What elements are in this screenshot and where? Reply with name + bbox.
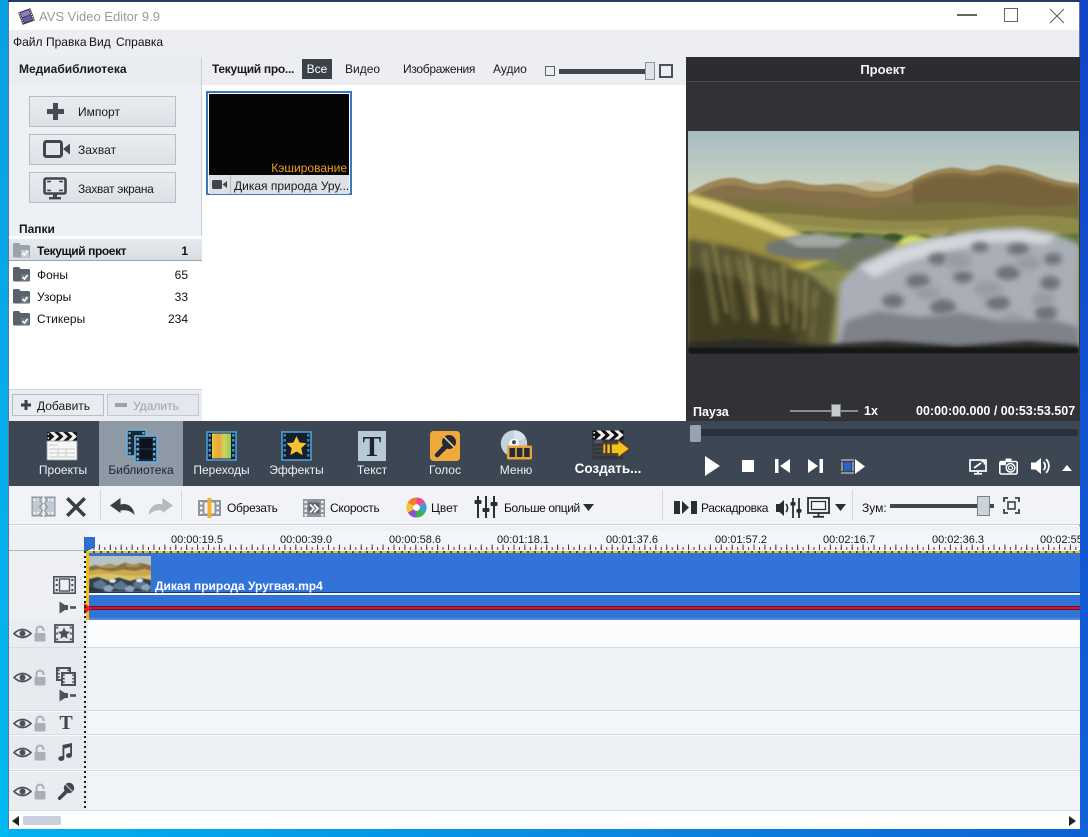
svg-text:00:01:37.6: 00:01:37.6 bbox=[606, 534, 658, 546]
svg-text:00:02:16.7: 00:02:16.7 bbox=[823, 534, 875, 546]
svg-text:00:00:19.5: 00:00:19.5 bbox=[171, 534, 223, 546]
svg-text:00:02:36.3: 00:02:36.3 bbox=[932, 534, 984, 546]
svg-text:00:01:18.1: 00:01:18.1 bbox=[497, 534, 549, 546]
svg-text:00:00:58.6: 00:00:58.6 bbox=[389, 534, 441, 546]
svg-text:00:01:57.2: 00:01:57.2 bbox=[715, 534, 767, 546]
svg-text:00:00:39.0: 00:00:39.0 bbox=[280, 534, 332, 546]
svg-text:T: T bbox=[363, 432, 382, 461]
svg-text:00:02:55.8: 00:02:55.8 bbox=[1040, 534, 1080, 546]
